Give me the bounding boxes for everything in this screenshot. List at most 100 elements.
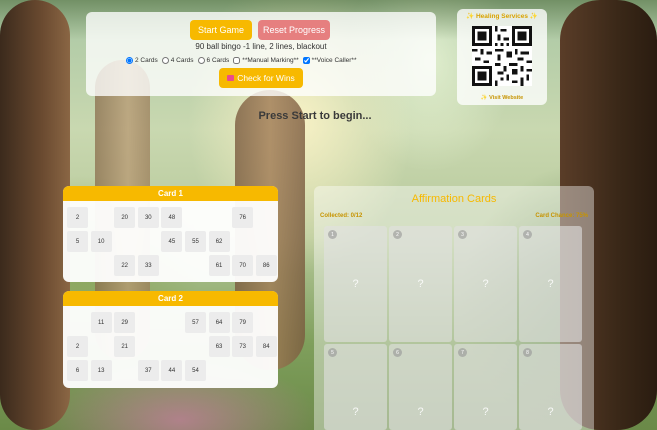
bingo-cell-empty [256,231,277,252]
start-game-button[interactable]: Start Game [190,20,252,40]
reset-progress-button[interactable]: Reset Progress [258,20,330,40]
hidden-card-icon: ? [547,406,554,418]
affirmation-title: Affirmation Cards [411,193,497,205]
hidden-card-icon: ? [547,278,554,290]
bingo-cell-empty [91,207,112,228]
option-2-cards[interactable]: 2 Cards [126,56,158,64]
affirmation-card[interactable]: 7? [454,344,517,430]
bingo-cell[interactable]: 64 [208,312,230,333]
option-6-cards[interactable]: 6 Cards [197,56,229,64]
hidden-card-icon: ? [482,406,489,418]
card-grid: 11 29 57 64 79 2 21 63 73 84 6 13 37 44 54 [67,312,277,381]
bingo-cell[interactable]: 11 [90,312,112,333]
bingo-cell[interactable]: 79 [232,312,254,333]
bingo-cell[interactable]: 86 [255,255,277,276]
bingo-cell[interactable]: 76 [232,207,254,228]
hidden-card-icon: ? [482,278,489,290]
bingo-cell[interactable]: 44 [161,360,183,381]
bingo-cell-empty [185,255,206,276]
radio-6-cards[interactable] [197,56,205,64]
visit-website-link[interactable]: ✨ Visit Website [457,95,547,101]
bingo-cell[interactable]: 63 [208,336,230,357]
affirmation-card[interactable]: 2? [389,226,452,342]
bingo-cell[interactable]: 70 [232,255,254,276]
affirmation-card-number: 7 [458,348,467,357]
qr-code[interactable] [472,26,532,86]
bingo-cell-empty [91,336,112,357]
bingo-cell[interactable]: 2 [67,207,88,228]
game-subtitle: 90 ball bingo -1 line, 2 lines, blackout [195,42,327,51]
checkbox-manual-marking[interactable] [233,56,241,64]
checkbox-voice-caller[interactable] [302,56,310,64]
hidden-card-icon: ? [352,278,359,290]
qr-title: ✨ Healing Services ✨ [466,13,538,20]
bingo-cell[interactable]: 22 [114,255,136,276]
bingo-cell-empty [256,312,277,333]
game-options: 2 Cards 4 Cards 6 Cards **Manual Marking… [126,54,356,66]
affirmation-card-number: 8 [523,348,532,357]
bingo-card-2: Card 2 11 29 57 64 79 2 21 63 73 84 6 13 37 44 54 [63,291,278,388]
bingo-cell-empty [209,207,230,228]
affirmation-card-number: 1 [328,230,337,239]
bingo-cell[interactable]: 45 [161,231,183,252]
bingo-cell[interactable]: 33 [137,255,159,276]
option-manual-marking-label: **Manual Marking** [242,56,299,64]
bingo-cell[interactable]: 20 [114,207,136,228]
bingo-cell[interactable]: 13 [90,360,112,381]
bingo-cell-empty [232,360,253,381]
bingo-cell[interactable]: 57 [184,312,206,333]
bingo-cell[interactable]: 10 [90,231,112,252]
bingo-cell[interactable]: 48 [161,207,183,228]
affirmation-card[interactable]: 1? [324,226,387,342]
bingo-cell[interactable]: 29 [114,312,136,333]
bingo-cell[interactable]: 54 [184,360,206,381]
option-4-cards[interactable]: 4 Cards [161,56,194,64]
bingo-cell-empty [161,255,182,276]
bingo-cell[interactable]: 55 [184,231,206,252]
bingo-cell[interactable]: 30 [137,207,159,228]
affirmation-card[interactable]: 4? [519,226,582,342]
bingo-cell-empty [67,255,88,276]
bingo-cell[interactable]: 37 [137,360,159,381]
card-title: Card 2 [63,291,278,306]
card-chance: Card Chance: 75% [535,213,588,219]
bingo-cell-empty [232,231,253,252]
option-2-cards-label: 2 Cards [135,56,158,64]
check-for-wins-button[interactable]: Check for Wins [219,68,303,88]
affirmation-card[interactable]: 8? [519,344,582,430]
hidden-card-icon: ? [417,406,424,418]
bingo-cell-empty [161,312,182,333]
affirmation-card[interactable]: 3? [454,226,517,342]
bingo-cell-empty [114,360,135,381]
check-for-wins-label: Check for Wins [237,73,295,83]
affirmation-grid: 1? 2? 3? 4? 5? 6? 7? 8? [324,226,582,430]
option-voice-caller[interactable]: **Voice Caller** [302,56,357,64]
radio-2-cards[interactable] [126,56,133,64]
bingo-cell[interactable]: 84 [255,336,277,357]
bingo-cell[interactable]: 73 [232,336,254,357]
bingo-cell-empty [256,207,277,228]
affirmation-card[interactable]: 6? [389,344,452,430]
bingo-cell[interactable]: 6 [67,360,88,381]
bingo-card-1: Card 1 2 20 30 48 76 5 10 45 55 62 22 33 61 70 86 [63,186,278,282]
hidden-card-icon: ? [352,406,359,418]
bingo-cell-empty [114,231,135,252]
bingo-cell-empty [67,312,88,333]
radio-4-cards[interactable] [161,56,169,64]
bingo-cell[interactable]: 5 [67,231,88,252]
option-manual-marking[interactable]: **Manual Marking** [233,56,299,64]
option-voice-caller-label: **Voice Caller** [311,56,357,64]
affirmation-card[interactable]: 5? [324,344,387,430]
option-4-cards-label: 4 Cards [170,56,194,64]
tree-trunk-left [0,0,70,430]
envelope-icon [227,75,235,81]
bingo-cell[interactable]: 2 [67,336,88,357]
bingo-cell-empty [185,336,206,357]
bingo-cell[interactable]: 62 [208,231,230,252]
bingo-cell[interactable]: 61 [208,255,230,276]
game-status-prompt: Press Start to begin... [258,110,372,122]
bingo-cell-empty [138,231,159,252]
affirmation-panel: Affirmation Cards Collected: 0/12 Card C… [314,186,594,430]
bingo-cell-empty [138,312,159,333]
bingo-cell[interactable]: 21 [114,336,136,357]
